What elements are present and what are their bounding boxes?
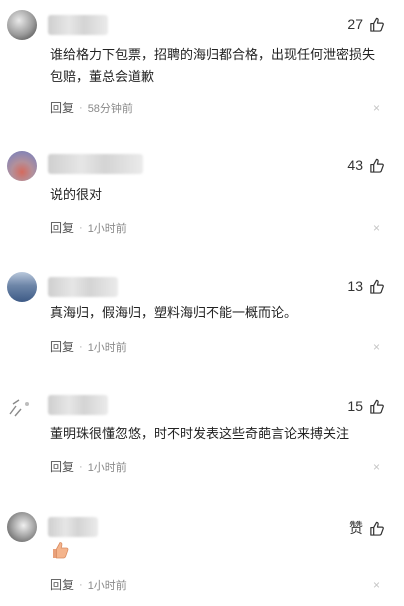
comment-item: 赞 回复 · 1小时前 × — [0, 512, 404, 606]
thumbs-up-emoji-icon — [53, 542, 69, 559]
reply-button[interactable]: 回复 — [50, 338, 74, 355]
separator-dot: · — [79, 221, 83, 234]
avatar[interactable] — [7, 392, 37, 422]
separator-dot: · — [79, 578, 83, 591]
comment-item: 15 董明珠很懂忽悠，时不时发表这些奇葩言论来搏关注 回复 · 1小时前 × — [0, 392, 404, 492]
like-count: 13 — [347, 278, 363, 294]
thumbs-up-icon — [370, 279, 384, 294]
separator-dot: · — [79, 340, 83, 353]
close-icon[interactable]: × — [373, 222, 380, 234]
avatar[interactable] — [7, 512, 37, 542]
comment-time: 1小时前 — [87, 222, 127, 235]
username-redacted[interactable] — [48, 15, 108, 35]
username-redacted[interactable] — [48, 517, 98, 537]
reply-button[interactable]: 回复 — [50, 219, 74, 236]
username-redacted[interactable] — [48, 154, 143, 174]
avatar[interactable] — [7, 151, 37, 181]
avatar-sketch-icon — [9, 399, 29, 417]
reply-button[interactable]: 回复 — [50, 576, 74, 593]
comment-meta: 回复 · 1小时前 — [50, 576, 127, 593]
comment-emoji — [50, 540, 386, 567]
like-button[interactable]: 15 — [347, 398, 384, 414]
thumbs-up-icon — [370, 521, 384, 536]
thumbs-up-icon — [370, 399, 384, 414]
like-count: 27 — [347, 16, 363, 32]
comment-time: 58分钟前 — [87, 102, 133, 115]
comment-text: 真海归，假海归，塑料海归不能一概而论。 — [50, 305, 298, 320]
thumbs-up-icon — [370, 158, 384, 173]
like-button[interactable]: 赞 — [349, 518, 384, 538]
like-button[interactable]: 13 — [347, 278, 384, 294]
comment-time: 1小时前 — [87, 341, 127, 354]
avatar[interactable] — [7, 272, 37, 302]
comment-meta: 回复 · 1小时前 — [50, 219, 127, 236]
like-button[interactable]: 43 — [347, 157, 384, 173]
reply-button[interactable]: 回复 — [50, 458, 74, 475]
comment-meta: 回复 · 58分钟前 — [50, 99, 133, 116]
like-label: 赞 — [349, 520, 363, 536]
comment-item: 43 说的很对 回复 · 1小时前 × — [0, 151, 404, 251]
separator-dot: · — [79, 101, 83, 114]
comment-text: 谁给格力下包票，招聘的海归都合格，出现任何泄密损失包赔，董总会道歉 — [50, 47, 376, 84]
comment-item: 27 谁给格力下包票，招聘的海归都合格，出现任何泄密损失包赔，董总会道歉 回复 … — [0, 10, 404, 125]
close-icon[interactable]: × — [373, 102, 380, 114]
close-icon[interactable]: × — [373, 461, 380, 473]
comment-text: 董明珠很懂忽悠，时不时发表这些奇葩言论来搏关注 — [50, 426, 350, 441]
separator-dot: · — [79, 460, 83, 473]
thumbs-up-icon — [370, 17, 384, 32]
reply-button[interactable]: 回复 — [50, 99, 74, 116]
comment-item: 13 真海归，假海归，塑料海归不能一概而论。 回复 · 1小时前 × — [0, 272, 404, 372]
comment-meta: 回复 · 1小时前 — [50, 458, 127, 475]
comment-text: 说的很对 — [50, 187, 103, 202]
like-button[interactable]: 27 — [347, 16, 384, 32]
like-count: 43 — [347, 157, 363, 173]
username-redacted[interactable] — [48, 277, 118, 297]
comment-meta: 回复 · 1小时前 — [50, 338, 127, 355]
like-count: 15 — [347, 398, 363, 414]
close-icon[interactable]: × — [373, 341, 380, 353]
username-redacted[interactable] — [48, 395, 108, 415]
close-icon[interactable]: × — [373, 579, 380, 591]
comment-time: 1小时前 — [87, 579, 127, 592]
comment-time: 1小时前 — [87, 461, 127, 474]
avatar[interactable] — [7, 10, 37, 40]
